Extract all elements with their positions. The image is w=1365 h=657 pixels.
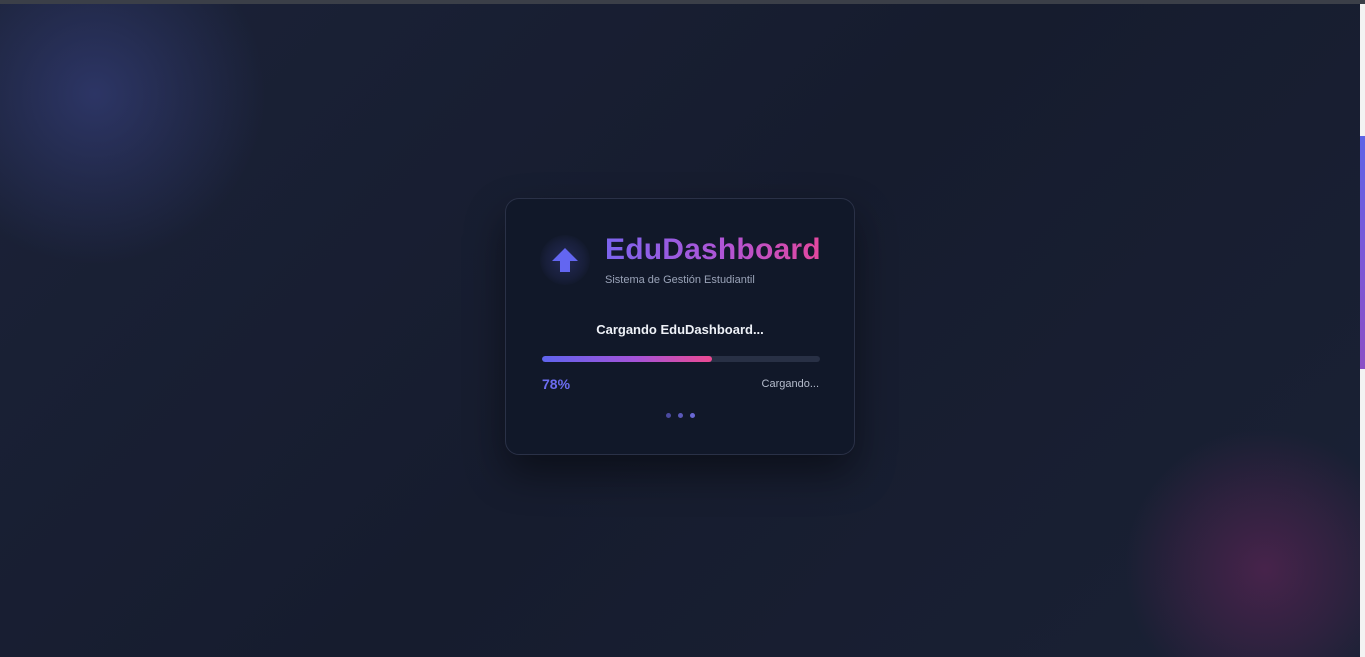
progress-bar-fill xyxy=(542,356,712,362)
loading-dot xyxy=(665,413,671,418)
loading-dot xyxy=(677,413,683,418)
logo xyxy=(540,235,590,285)
loading-dots-icon xyxy=(506,413,854,419)
loading-dot xyxy=(689,413,695,418)
progress-percent: 78% xyxy=(542,376,571,392)
loading-message: Cargando EduDashboard... xyxy=(596,322,764,337)
scrollbar-thumb[interactable] xyxy=(1360,136,1365,369)
loading-card: EduDashboard Sistema de Gestión Estudian… xyxy=(505,198,855,455)
arrow-up-icon xyxy=(552,248,578,272)
app-title: EduDashboard xyxy=(605,233,821,266)
app-subtitle: Sistema de Gestión Estudiantil xyxy=(605,274,755,286)
scrollbar[interactable] xyxy=(1360,4,1365,657)
progress-status: Cargando... xyxy=(761,378,819,390)
progress-bar xyxy=(542,356,820,362)
